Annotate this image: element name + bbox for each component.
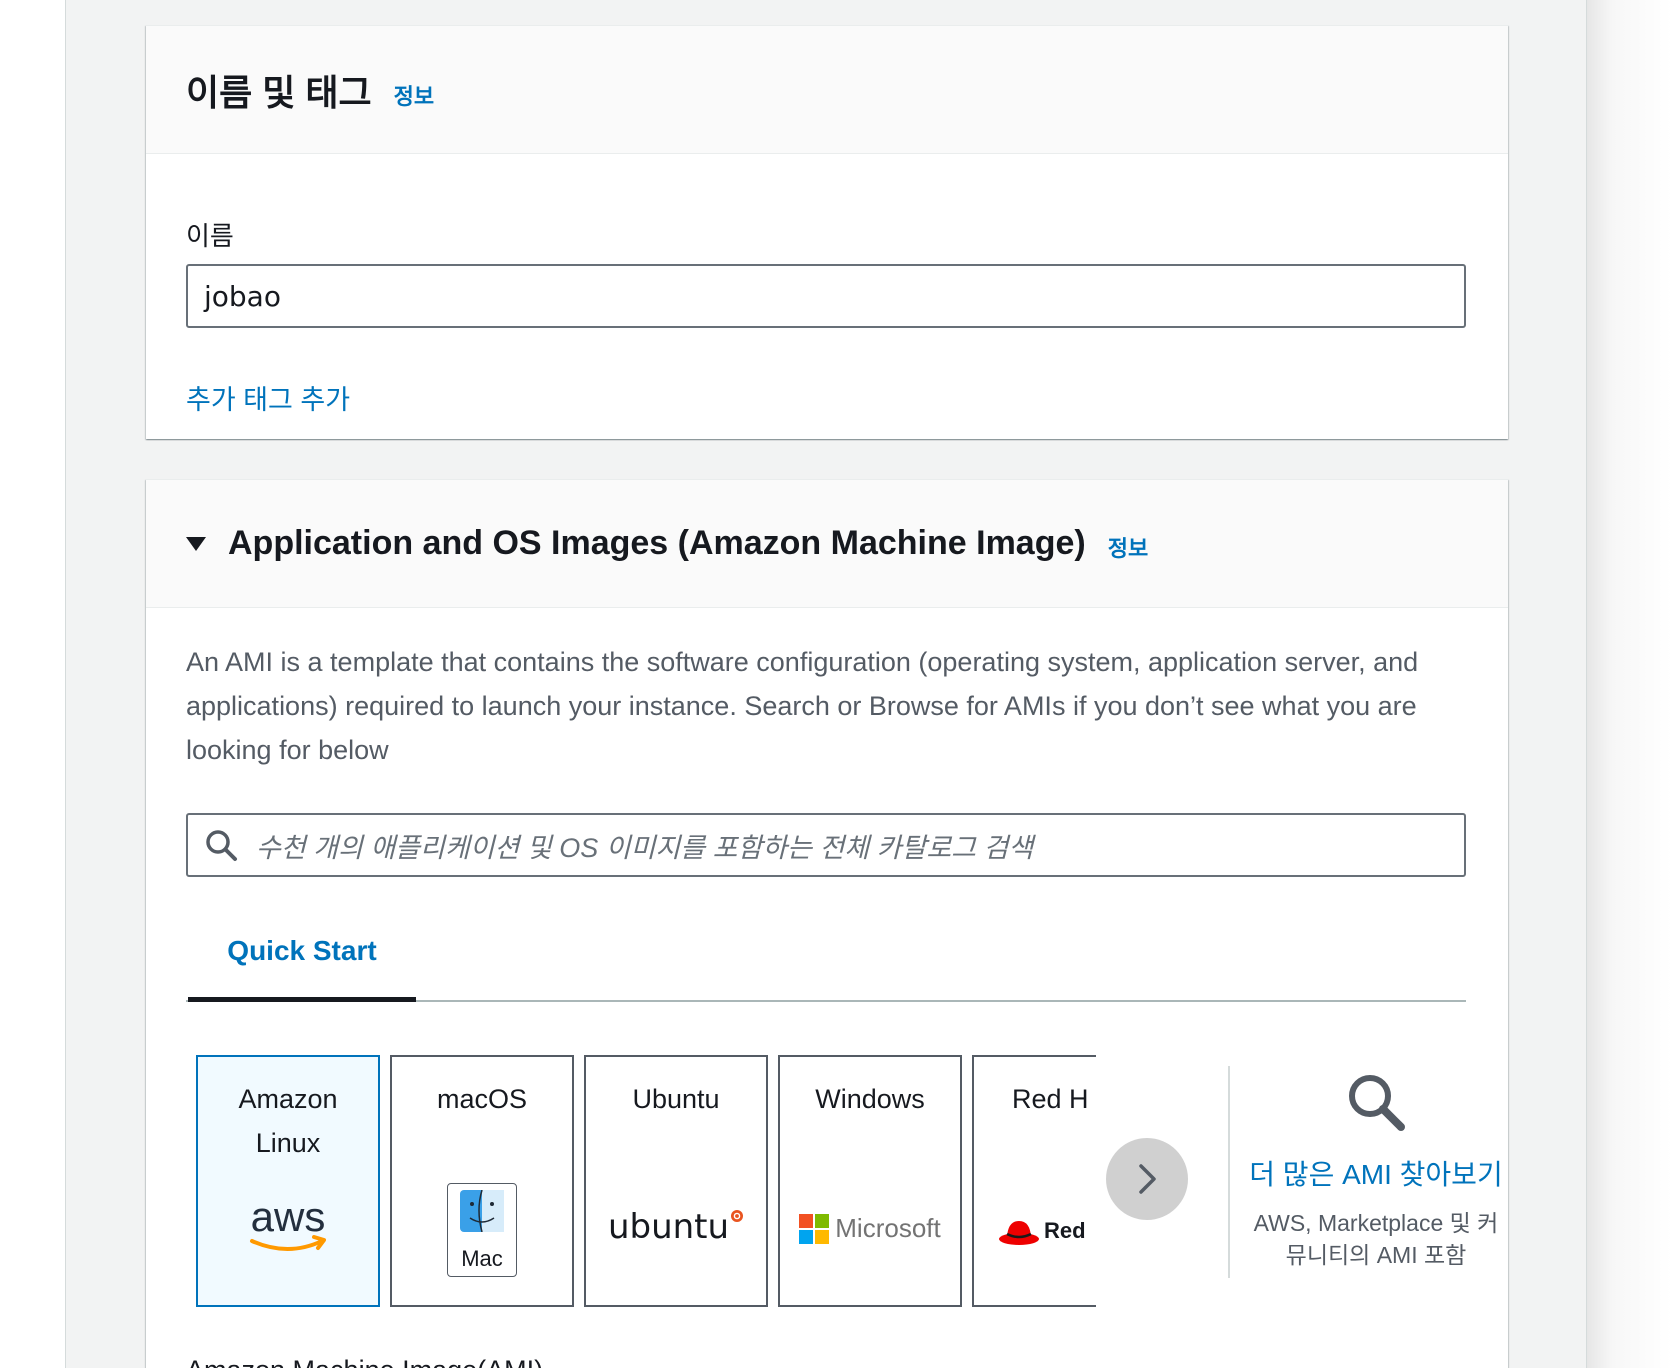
os-tile-label-line2: Linux	[255, 1128, 321, 1158]
aws-logo-icon: aws	[198, 1197, 378, 1259]
os-tile-carousel: Amazon Linux aws macOS Mac Ubuntu ubuntu…	[196, 1055, 1096, 1310]
browse-more-amis-link[interactable]: 더 많은 AMI 찾아보기	[1246, 1153, 1506, 1193]
browse-more-amis-subtext: AWS, Marketplace 및 커뮤니티의 AMI 포함	[1253, 1210, 1499, 1268]
os-tile-label: Amazon Linux	[198, 1077, 378, 1165]
browse-search-icon[interactable]	[1344, 1070, 1408, 1134]
os-tile-ubuntu[interactable]: Ubuntu ubuntu	[584, 1055, 768, 1307]
ami-info-link[interactable]: 정보	[1108, 531, 1148, 563]
os-tile-red-hat[interactable]: Red H Red	[972, 1055, 1096, 1307]
os-tile-amazon-linux[interactable]: Amazon Linux aws	[196, 1055, 380, 1307]
mac-logo-text: Mac	[461, 1246, 503, 1271]
left-page-margin	[0, 0, 66, 1368]
red-hat-logo-icon: Red	[974, 1215, 1096, 1247]
name-input[interactable]: jobao	[186, 264, 1466, 328]
ami-field-label: Amazon Machine Image(AMI)	[186, 1355, 543, 1368]
name-input-value: jobao	[204, 279, 281, 313]
name-and-tags-title: 이름 및 태그	[186, 71, 372, 113]
active-tab-indicator	[188, 997, 416, 1002]
name-and-tags-header: 이름 및 태그 정보	[146, 26, 1508, 154]
search-icon	[204, 828, 238, 862]
ami-search-placeholder: 수천 개의 애플리케이션 및 OS 이미지를 포함하는 전체 카탈로그 검색	[256, 832, 1034, 863]
carousel-next-button[interactable]	[1106, 1138, 1188, 1220]
ami-search-input[interactable]: 수천 개의 애플리케이션 및 OS 이미지를 포함하는 전체 카탈로그 검색	[186, 813, 1466, 877]
os-tile-label-line1: Amazon	[238, 1084, 338, 1114]
browse-more-amis: 더 많은 AMI 찾아보기 AWS, Marketplace 및 커뮤니티의 A…	[1246, 1070, 1506, 1271]
mac-finder-icon: Mac	[392, 1183, 572, 1277]
ubuntu-logo-text: ubuntu	[607, 1207, 730, 1247]
os-tile-label: Red H	[1012, 1084, 1089, 1114]
right-side-shadow	[1586, 0, 1672, 1368]
chevron-right-icon	[1139, 1164, 1156, 1194]
ami-panel-header: Application and OS Images (Amazon Machin…	[146, 480, 1508, 608]
ami-description: An AMI is a template that contains the s…	[186, 647, 1419, 765]
ubuntu-logo-icon: ubuntu	[586, 1207, 766, 1247]
os-tile-label: Ubuntu	[632, 1084, 720, 1114]
tab-quick-start[interactable]: Quick Start	[188, 900, 416, 1002]
name-field-label: 이름	[186, 221, 234, 251]
vertical-divider	[1228, 1066, 1230, 1278]
ami-panel: Application and OS Images (Amazon Machin…	[146, 479, 1508, 1368]
ami-tabs: Quick Start	[186, 900, 1466, 1002]
os-tile-label: macOS	[436, 1084, 528, 1114]
name-and-tags-info-link[interactable]: 정보	[394, 79, 434, 111]
add-additional-tags-link[interactable]: 추가 태그 추가	[186, 378, 350, 417]
collapse-caret-icon[interactable]	[186, 536, 206, 551]
os-tile-macos[interactable]: macOS Mac	[390, 1055, 574, 1307]
os-tile-label: Windows	[815, 1084, 925, 1114]
main-content: 이름 및 태그 정보 이름 jobao 추가 태그 추가 Application…	[66, 0, 1586, 1368]
red-hat-logo-text: Red	[1044, 1218, 1086, 1243]
os-tile-windows[interactable]: Windows Microsoft	[778, 1055, 962, 1307]
microsoft-logo-text: Microsoft	[835, 1213, 941, 1243]
name-and-tags-panel: 이름 및 태그 정보 이름 jobao 추가 태그 추가	[146, 25, 1508, 439]
microsoft-logo-icon: Microsoft	[780, 1213, 960, 1244]
svg-text:aws: aws	[251, 1197, 326, 1240]
ami-panel-title: Application and OS Images (Amazon Machin…	[228, 524, 1086, 562]
